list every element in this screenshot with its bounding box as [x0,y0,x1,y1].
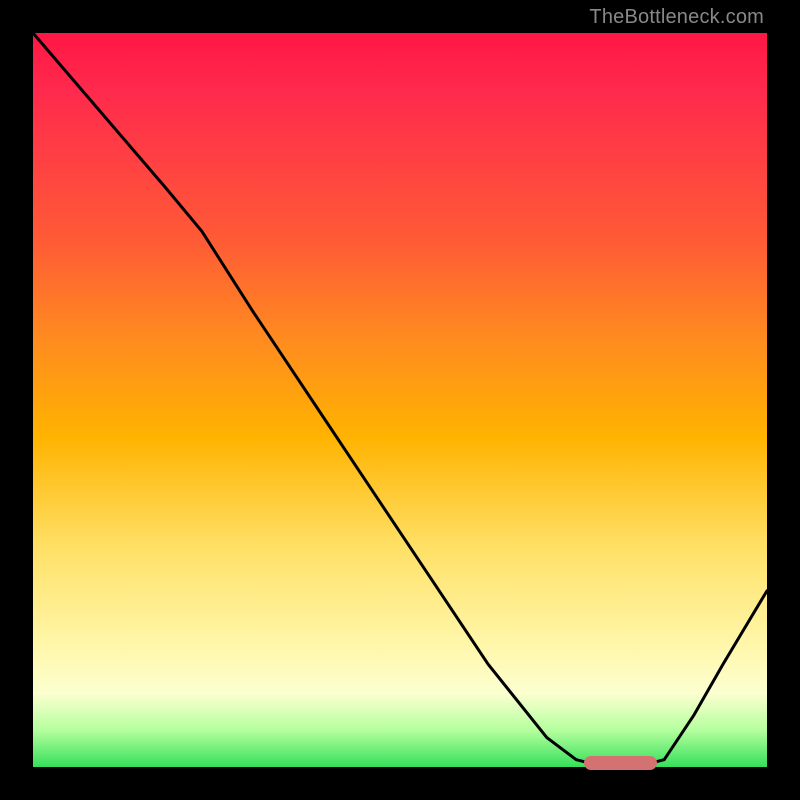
chart-frame: TheBottleneck.com [0,0,800,800]
curve-svg [33,33,767,767]
optimal-range-marker [584,756,657,770]
plot-area [33,33,767,767]
bottleneck-curve [33,33,767,767]
watermark-text: TheBottleneck.com [589,6,764,29]
